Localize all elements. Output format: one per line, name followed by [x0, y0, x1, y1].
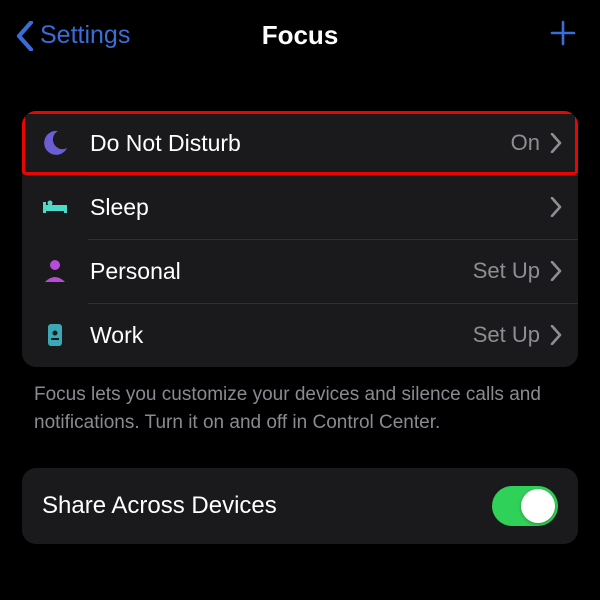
- share-group: Share Across Devices: [22, 468, 578, 544]
- page-title: Focus: [262, 20, 339, 51]
- focus-item-status: On: [511, 130, 540, 156]
- focus-list: Do Not Disturb On Sleep Personal Set Up …: [22, 111, 578, 367]
- share-across-devices-row[interactable]: Share Across Devices: [22, 468, 578, 544]
- toggle-knob: [521, 489, 555, 523]
- focus-item-work[interactable]: Work Set Up: [22, 303, 578, 367]
- chevron-left-icon: [14, 21, 36, 51]
- plus-icon: [548, 18, 578, 48]
- back-label: Settings: [40, 21, 130, 50]
- focus-item-personal[interactable]: Personal Set Up: [22, 239, 578, 303]
- chevron-right-icon: [550, 197, 562, 217]
- bed-icon: [40, 192, 70, 222]
- back-button[interactable]: Settings: [14, 21, 130, 51]
- chevron-right-icon: [550, 133, 562, 153]
- focus-item-do-not-disturb[interactable]: Do Not Disturb On: [22, 111, 578, 175]
- moon-icon: [40, 128, 70, 158]
- focus-item-status: Set Up: [473, 322, 540, 348]
- chevron-right-icon: [550, 325, 562, 345]
- share-label: Share Across Devices: [42, 492, 277, 520]
- focus-description: Focus lets you customize your devices an…: [34, 381, 566, 436]
- focus-item-label: Sleep: [90, 194, 540, 221]
- person-icon: [40, 256, 70, 286]
- header-bar: Settings Focus: [0, 0, 600, 61]
- focus-item-label: Do Not Disturb: [90, 130, 511, 157]
- add-focus-button[interactable]: [548, 18, 578, 53]
- chevron-right-icon: [550, 261, 562, 281]
- focus-item-label: Work: [90, 322, 473, 349]
- focus-item-sleep[interactable]: Sleep: [22, 175, 578, 239]
- focus-item-status: Set Up: [473, 258, 540, 284]
- focus-item-label: Personal: [90, 258, 473, 285]
- badge-icon: [40, 320, 70, 350]
- share-toggle[interactable]: [492, 486, 558, 526]
